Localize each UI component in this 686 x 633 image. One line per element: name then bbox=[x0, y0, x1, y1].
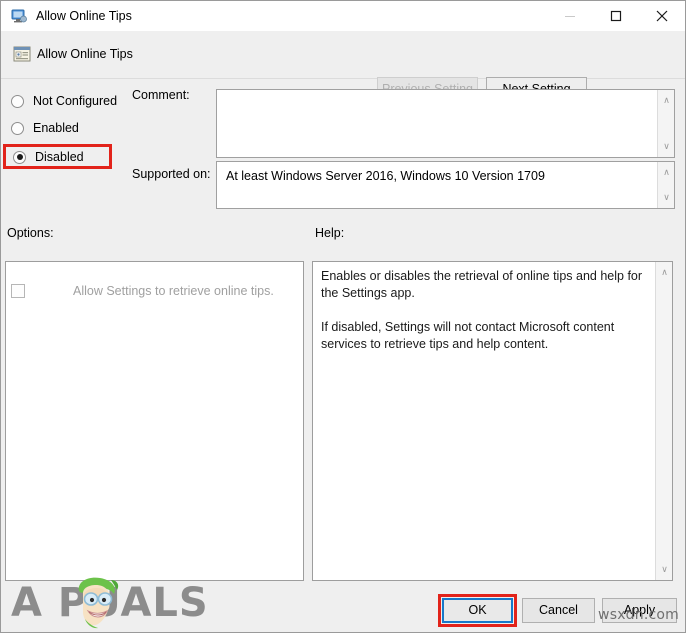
radio-label-disabled: Disabled bbox=[35, 150, 84, 164]
supported-on-input[interactable]: At least Windows Server 2016, Windows 10… bbox=[216, 161, 675, 209]
group-policy-setting-window: Allow Online Tips Allow Online Tips Not … bbox=[0, 0, 686, 633]
options-panel: Allow Settings to retrieve online tips. bbox=[5, 261, 304, 581]
comment-label: Comment: bbox=[132, 88, 190, 102]
comment-scrollbar[interactable]: ∧ ∨ bbox=[657, 90, 674, 157]
help-scrollbar[interactable]: ∧ ∨ bbox=[655, 262, 672, 580]
supported-on-label: Supported on: bbox=[132, 167, 211, 181]
scroll-down-icon[interactable]: ∨ bbox=[658, 138, 674, 155]
options-label: Options: bbox=[7, 226, 54, 240]
radio-disabled[interactable]: Disabled bbox=[13, 148, 84, 166]
supported-on-scrollbar[interactable]: ∧ ∨ bbox=[657, 162, 674, 208]
ok-button[interactable]: OK bbox=[442, 598, 513, 623]
checkbox-label-allow-online-tips: Allow Settings to retrieve online tips. bbox=[73, 284, 274, 298]
setting-header-band: Allow Online Tips Previous Setting Next … bbox=[1, 31, 685, 101]
radio-not-configured[interactable]: Not Configured bbox=[11, 92, 117, 110]
comment-input[interactable]: ∧ ∨ bbox=[216, 89, 675, 158]
scroll-up-icon[interactable]: ∧ bbox=[658, 92, 674, 109]
radio-label-enabled: Enabled bbox=[33, 121, 79, 135]
window-title: Allow Online Tips bbox=[36, 9, 132, 23]
scroll-up-icon[interactable]: ∧ bbox=[656, 264, 672, 281]
maximize-icon[interactable] bbox=[593, 1, 639, 31]
wsxdn-watermark: wsxdn.com bbox=[598, 607, 679, 623]
radio-mark-disabled bbox=[13, 150, 26, 164]
close-icon[interactable] bbox=[639, 1, 685, 31]
appuals-logo-text: A PUALS bbox=[11, 580, 209, 626]
help-label: Help: bbox=[315, 226, 345, 240]
radio-mark-not-configured bbox=[11, 94, 24, 108]
policy-setting-icon bbox=[13, 45, 31, 63]
radio-mark-enabled bbox=[11, 121, 24, 135]
appuals-mascot-icon bbox=[78, 577, 119, 629]
checkbox-allow-online-tips[interactable] bbox=[11, 284, 25, 298]
scroll-down-icon[interactable]: ∨ bbox=[656, 561, 672, 578]
scroll-up-icon[interactable]: ∧ bbox=[658, 164, 674, 181]
scroll-down-icon[interactable]: ∨ bbox=[658, 189, 674, 206]
radio-label-not-configured: Not Configured bbox=[33, 94, 118, 108]
radio-enabled[interactable]: Enabled bbox=[11, 119, 79, 137]
minimize-icon[interactable] bbox=[547, 1, 593, 31]
supported-on-value: At least Windows Server 2016, Windows 10… bbox=[226, 169, 545, 183]
option-allow-online-tips[interactable]: Allow Settings to retrieve online tips. bbox=[11, 284, 274, 298]
policy-title: Allow Online Tips bbox=[37, 47, 133, 61]
appuals-logo-watermark: A PUALS bbox=[11, 577, 223, 629]
help-panel: Enables or disables the retrieval of onl… bbox=[312, 261, 673, 581]
help-text: Enables or disables the retrieval of onl… bbox=[321, 269, 643, 351]
monitor-icon bbox=[11, 8, 27, 24]
cancel-button[interactable]: Cancel bbox=[522, 598, 595, 623]
title-bar: Allow Online Tips bbox=[1, 1, 685, 31]
window-controls bbox=[547, 1, 685, 31]
